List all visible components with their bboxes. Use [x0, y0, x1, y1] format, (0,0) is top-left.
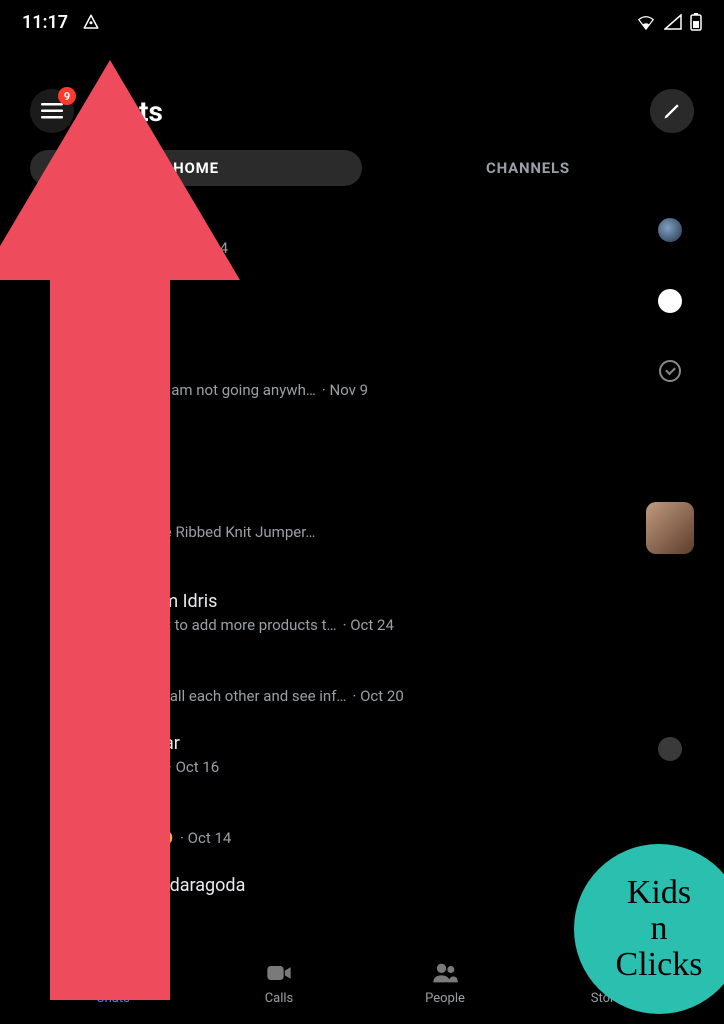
status-time: 11:17: [22, 12, 68, 33]
chat-item[interactable]: ura Sage o worries 😊 Oct 14: [30, 790, 694, 861]
chat-time: Nov 7: [96, 452, 142, 470]
chat-name: odulazeem Idris: [90, 591, 217, 612]
chat-preview: u can now call each other and see inf…: [90, 687, 346, 705]
status-bar: 11:17: [0, 0, 724, 44]
chat-thumbnail: [658, 289, 682, 313]
nav-people[interactable]: People: [362, 940, 528, 1024]
menu-button[interactable]: 9: [30, 89, 74, 133]
chat-preview: u: Feels like am not going anywh…: [90, 381, 316, 399]
status-app-icon: [82, 13, 100, 31]
watermark-line: Kids: [627, 874, 691, 911]
tab-home[interactable]: HOME: [30, 150, 362, 186]
chat-item[interactable]: odulazeem Idris do you want to add more …: [30, 577, 694, 648]
chat-item[interactable]: amil Anwar u: Thanks ! Oct 16: [30, 719, 694, 790]
chat-thumbnail: [658, 218, 682, 242]
chat-item[interactable]: amal Mandal sent a photo. 23:24: [30, 200, 694, 271]
tab-channels[interactable]: CHANNELS: [362, 150, 694, 186]
chat-name: ank Cai: [90, 662, 149, 683]
view-more-link[interactable]: View more: [90, 545, 161, 563]
chat-name: amal Mandal: [90, 214, 194, 235]
chat-item[interactable]: ank Cai u can now call each other and se…: [30, 648, 694, 719]
nav-calls[interactable]: Calls: [196, 940, 362, 1024]
chat-item[interactable]: ki Davis Nov 7: [30, 413, 694, 484]
tab-label: HOME: [173, 159, 219, 177]
hamburger-icon: [41, 103, 63, 119]
chat-name: ura Sage: [90, 804, 160, 825]
nav-label: Calls: [265, 991, 294, 1006]
verified-icon: [137, 500, 155, 518]
chat-thumbnail: [646, 502, 694, 554]
wifi-icon: [636, 14, 656, 30]
status-right: [636, 13, 702, 31]
chat-name: ki Davis: [90, 427, 152, 448]
page-title: Chats: [90, 95, 163, 128]
pencil-icon: [662, 101, 682, 121]
chat-name: esara Bandaragoda: [90, 875, 245, 896]
chat-time: Oct 16: [168, 758, 219, 776]
chat-name: abeth: [90, 285, 135, 306]
nav-label: People: [425, 991, 465, 1006]
battery-icon: [690, 13, 702, 31]
watermark-line: Clicks: [616, 946, 703, 983]
chat-time: Nov 9: [322, 381, 368, 399]
signal-icon: [664, 14, 682, 30]
tab-label: CHANNELS: [486, 159, 570, 177]
watermark-line: n: [651, 910, 668, 947]
chat-name: amil Anwar: [90, 733, 180, 754]
chat-name: HEIN: [90, 498, 131, 519]
chat-item[interactable]: HEIN ntern Sleeve Ribbed Knit Jumper… Vi…: [30, 484, 694, 577]
chat-preview: sent a photo.: [90, 239, 177, 257]
tab-row: HOME CHANNELS: [30, 150, 694, 186]
chat-time: 15:08: [96, 310, 141, 328]
menu-badge: 9: [58, 87, 76, 105]
chat-thumbnail: [658, 737, 682, 761]
chat-list: amal Mandal sent a photo. 23:24 abeth 15:…: [30, 200, 694, 930]
chat-preview: do you want to add more products t…: [90, 616, 337, 634]
people-icon: [431, 959, 459, 987]
chat-time: Oct 14: [180, 829, 231, 847]
chat-time: Oct 24: [343, 616, 394, 634]
chat-name: ary Kathill: [90, 356, 169, 377]
video-icon: [265, 959, 293, 987]
chat-preview: u: Thanks !: [90, 758, 162, 776]
compose-button[interactable]: [650, 89, 694, 133]
nav-label: Chats: [96, 991, 130, 1006]
header: 9 Chats: [0, 86, 724, 136]
delivered-icon: [659, 360, 681, 382]
chat-preview: o worries 😊: [90, 829, 174, 847]
chat-time: 23:24: [183, 239, 228, 257]
nav-chats[interactable]: Chats: [30, 940, 196, 1024]
chat-bubble-icon: [99, 959, 127, 987]
chat-item[interactable]: ary Kathill u: Feels like am not going a…: [30, 342, 694, 413]
chat-item[interactable]: abeth 15:08: [30, 271, 694, 342]
chat-preview: ntern Sleeve Ribbed Knit Jumper…: [90, 523, 315, 541]
chat-time: Oct 20: [352, 687, 403, 705]
